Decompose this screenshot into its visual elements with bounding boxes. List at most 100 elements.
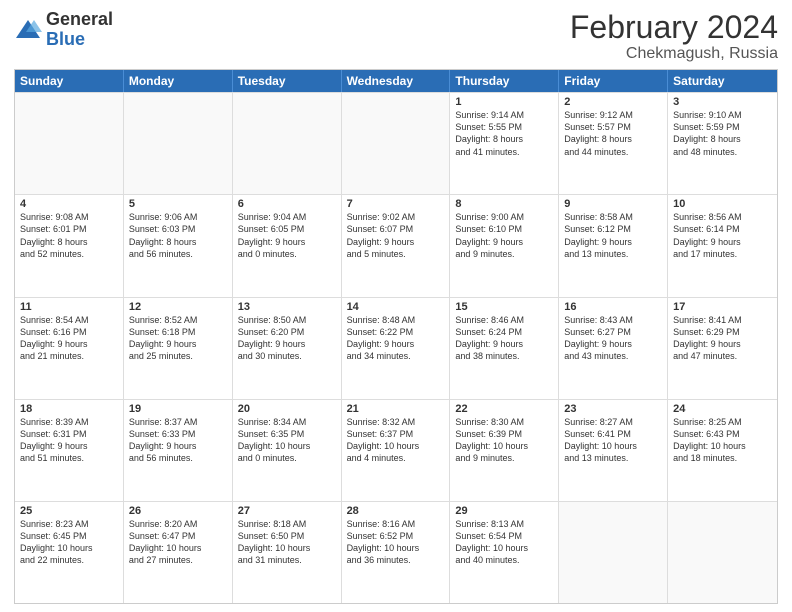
empty-cell — [668, 502, 777, 603]
day-cell-6: 6Sunrise: 9:04 AMSunset: 6:05 PMDaylight… — [233, 195, 342, 296]
day-cell-18: 18Sunrise: 8:39 AMSunset: 6:31 PMDayligh… — [15, 400, 124, 501]
header-cell-sunday: Sunday — [15, 70, 124, 92]
calendar-subtitle: Chekmagush, Russia — [570, 45, 778, 63]
day-cell-21: 21Sunrise: 8:32 AMSunset: 6:37 PMDayligh… — [342, 400, 451, 501]
day-cell-8: 8Sunrise: 9:00 AMSunset: 6:10 PMDaylight… — [450, 195, 559, 296]
day-number: 9 — [564, 198, 662, 210]
day-number: 22 — [455, 403, 553, 415]
day-cell-29: 29Sunrise: 8:13 AMSunset: 6:54 PMDayligh… — [450, 502, 559, 603]
day-info: Sunrise: 8:39 AMSunset: 6:31 PMDaylight:… — [20, 416, 118, 465]
day-number: 14 — [347, 301, 445, 313]
day-info: Sunrise: 8:41 AMSunset: 6:29 PMDaylight:… — [673, 314, 772, 363]
day-number: 13 — [238, 301, 336, 313]
day-info: Sunrise: 8:54 AMSunset: 6:16 PMDaylight:… — [20, 314, 118, 363]
empty-cell — [15, 93, 124, 194]
day-cell-16: 16Sunrise: 8:43 AMSunset: 6:27 PMDayligh… — [559, 298, 668, 399]
day-info: Sunrise: 8:52 AMSunset: 6:18 PMDaylight:… — [129, 314, 227, 363]
calendar-title: February 2024 — [570, 10, 778, 45]
calendar: SundayMondayTuesdayWednesdayThursdayFrid… — [14, 69, 778, 604]
header-cell-friday: Friday — [559, 70, 668, 92]
empty-cell — [233, 93, 342, 194]
calendar-row-1: 1Sunrise: 9:14 AMSunset: 5:55 PMDaylight… — [15, 92, 777, 194]
day-info: Sunrise: 8:43 AMSunset: 6:27 PMDaylight:… — [564, 314, 662, 363]
day-number: 8 — [455, 198, 553, 210]
day-cell-4: 4Sunrise: 9:08 AMSunset: 6:01 PMDaylight… — [15, 195, 124, 296]
day-info: Sunrise: 9:06 AMSunset: 6:03 PMDaylight:… — [129, 211, 227, 260]
empty-cell — [124, 93, 233, 194]
day-number: 24 — [673, 403, 772, 415]
day-number: 7 — [347, 198, 445, 210]
day-info: Sunrise: 8:48 AMSunset: 6:22 PMDaylight:… — [347, 314, 445, 363]
empty-cell — [559, 502, 668, 603]
day-cell-27: 27Sunrise: 8:18 AMSunset: 6:50 PMDayligh… — [233, 502, 342, 603]
day-cell-13: 13Sunrise: 8:50 AMSunset: 6:20 PMDayligh… — [233, 298, 342, 399]
logo-text: General Blue — [46, 10, 113, 50]
day-info: Sunrise: 9:08 AMSunset: 6:01 PMDaylight:… — [20, 211, 118, 260]
day-info: Sunrise: 8:13 AMSunset: 6:54 PMDaylight:… — [455, 518, 553, 567]
day-number: 20 — [238, 403, 336, 415]
day-cell-5: 5Sunrise: 9:06 AMSunset: 6:03 PMDaylight… — [124, 195, 233, 296]
day-info: Sunrise: 8:30 AMSunset: 6:39 PMDaylight:… — [455, 416, 553, 465]
header-cell-saturday: Saturday — [668, 70, 777, 92]
day-info: Sunrise: 8:37 AMSunset: 6:33 PMDaylight:… — [129, 416, 227, 465]
day-cell-11: 11Sunrise: 8:54 AMSunset: 6:16 PMDayligh… — [15, 298, 124, 399]
page: General Blue February 2024 Chekmagush, R… — [0, 0, 792, 612]
day-info: Sunrise: 9:14 AMSunset: 5:55 PMDaylight:… — [455, 109, 553, 158]
day-info: Sunrise: 8:50 AMSunset: 6:20 PMDaylight:… — [238, 314, 336, 363]
day-number: 26 — [129, 505, 227, 517]
day-info: Sunrise: 9:10 AMSunset: 5:59 PMDaylight:… — [673, 109, 772, 158]
day-number: 4 — [20, 198, 118, 210]
day-number: 23 — [564, 403, 662, 415]
day-info: Sunrise: 9:00 AMSunset: 6:10 PMDaylight:… — [455, 211, 553, 260]
calendar-row-2: 4Sunrise: 9:08 AMSunset: 6:01 PMDaylight… — [15, 194, 777, 296]
day-cell-2: 2Sunrise: 9:12 AMSunset: 5:57 PMDaylight… — [559, 93, 668, 194]
day-number: 2 — [564, 96, 662, 108]
day-cell-17: 17Sunrise: 8:41 AMSunset: 6:29 PMDayligh… — [668, 298, 777, 399]
day-info: Sunrise: 8:18 AMSunset: 6:50 PMDaylight:… — [238, 518, 336, 567]
day-cell-7: 7Sunrise: 9:02 AMSunset: 6:07 PMDaylight… — [342, 195, 451, 296]
header-cell-tuesday: Tuesday — [233, 70, 342, 92]
day-number: 27 — [238, 505, 336, 517]
logo-blue: Blue — [46, 30, 113, 50]
header-cell-thursday: Thursday — [450, 70, 559, 92]
day-number: 5 — [129, 198, 227, 210]
day-info: Sunrise: 8:25 AMSunset: 6:43 PMDaylight:… — [673, 416, 772, 465]
day-number: 25 — [20, 505, 118, 517]
day-number: 29 — [455, 505, 553, 517]
day-cell-14: 14Sunrise: 8:48 AMSunset: 6:22 PMDayligh… — [342, 298, 451, 399]
day-number: 19 — [129, 403, 227, 415]
day-number: 15 — [455, 301, 553, 313]
day-cell-10: 10Sunrise: 8:56 AMSunset: 6:14 PMDayligh… — [668, 195, 777, 296]
day-info: Sunrise: 9:04 AMSunset: 6:05 PMDaylight:… — [238, 211, 336, 260]
day-info: Sunrise: 8:56 AMSunset: 6:14 PMDaylight:… — [673, 211, 772, 260]
day-number: 28 — [347, 505, 445, 517]
logo: General Blue — [14, 10, 113, 50]
day-number: 12 — [129, 301, 227, 313]
calendar-row-5: 25Sunrise: 8:23 AMSunset: 6:45 PMDayligh… — [15, 501, 777, 603]
day-cell-9: 9Sunrise: 8:58 AMSunset: 6:12 PMDaylight… — [559, 195, 668, 296]
day-number: 18 — [20, 403, 118, 415]
calendar-body: 1Sunrise: 9:14 AMSunset: 5:55 PMDaylight… — [15, 92, 777, 603]
calendar-row-4: 18Sunrise: 8:39 AMSunset: 6:31 PMDayligh… — [15, 399, 777, 501]
day-info: Sunrise: 8:58 AMSunset: 6:12 PMDaylight:… — [564, 211, 662, 260]
logo-icon — [14, 16, 42, 44]
day-cell-15: 15Sunrise: 8:46 AMSunset: 6:24 PMDayligh… — [450, 298, 559, 399]
day-info: Sunrise: 9:02 AMSunset: 6:07 PMDaylight:… — [347, 211, 445, 260]
day-info: Sunrise: 8:27 AMSunset: 6:41 PMDaylight:… — [564, 416, 662, 465]
day-info: Sunrise: 8:23 AMSunset: 6:45 PMDaylight:… — [20, 518, 118, 567]
day-info: Sunrise: 8:32 AMSunset: 6:37 PMDaylight:… — [347, 416, 445, 465]
day-number: 10 — [673, 198, 772, 210]
empty-cell — [342, 93, 451, 194]
day-info: Sunrise: 8:16 AMSunset: 6:52 PMDaylight:… — [347, 518, 445, 567]
logo-general: General — [46, 10, 113, 30]
header-cell-monday: Monday — [124, 70, 233, 92]
day-number: 1 — [455, 96, 553, 108]
day-number: 6 — [238, 198, 336, 210]
day-info: Sunrise: 9:12 AMSunset: 5:57 PMDaylight:… — [564, 109, 662, 158]
day-cell-19: 19Sunrise: 8:37 AMSunset: 6:33 PMDayligh… — [124, 400, 233, 501]
day-number: 21 — [347, 403, 445, 415]
calendar-header-row: SundayMondayTuesdayWednesdayThursdayFrid… — [15, 70, 777, 92]
title-block: February 2024 Chekmagush, Russia — [570, 10, 778, 63]
day-cell-1: 1Sunrise: 9:14 AMSunset: 5:55 PMDaylight… — [450, 93, 559, 194]
day-info: Sunrise: 8:20 AMSunset: 6:47 PMDaylight:… — [129, 518, 227, 567]
